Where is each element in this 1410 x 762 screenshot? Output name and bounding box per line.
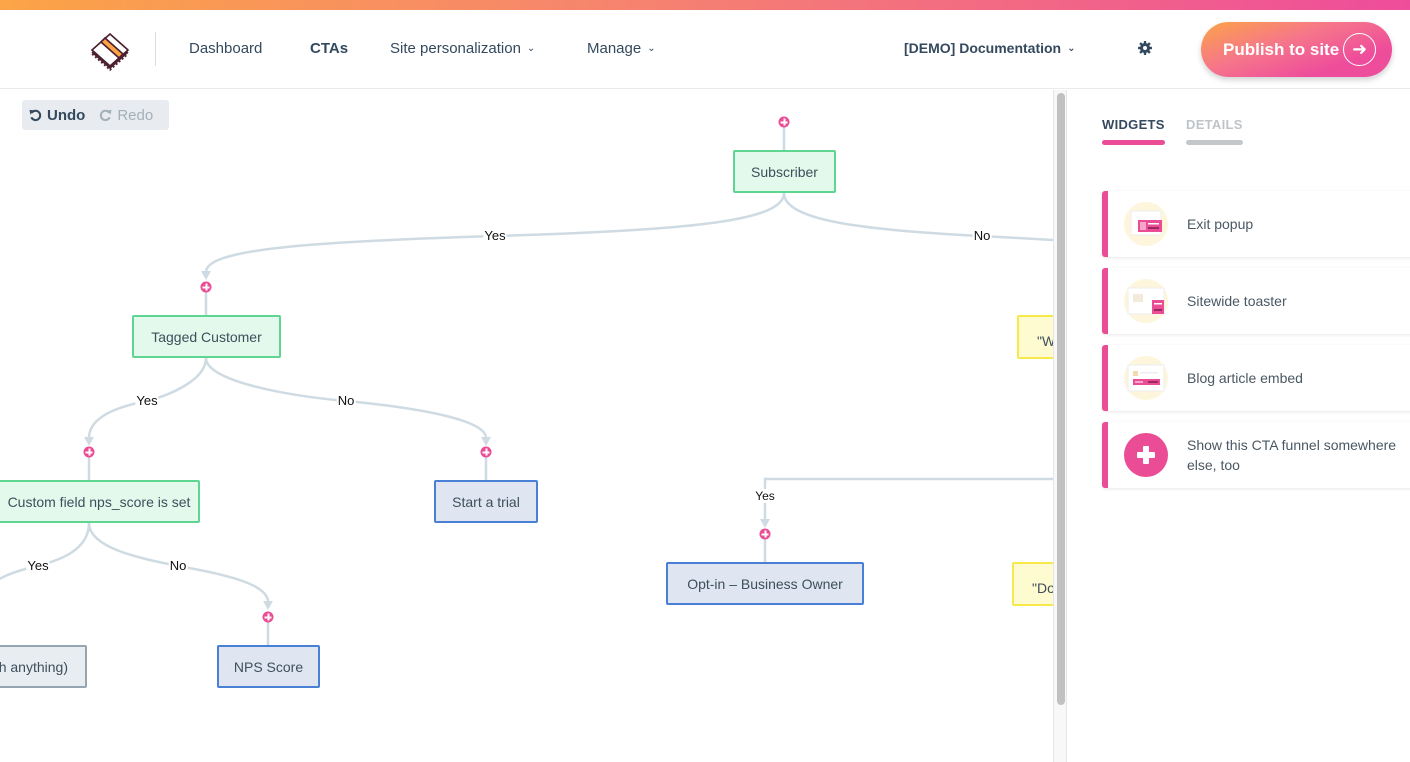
node-label: "Do (1032, 580, 1053, 596)
redo-icon (100, 109, 112, 121)
widget-sitewide-toaster[interactable]: Sitewide toaster (1102, 268, 1410, 334)
nav-site-personalization[interactable]: Site personalization ⌄ (390, 40, 535, 57)
edge-nps-yes (0, 522, 91, 581)
widget-add-placement[interactable]: Show this CTA funnel somewhere else, too (1102, 422, 1410, 488)
gear-icon[interactable] (1137, 40, 1153, 56)
flow-node-tagged-customer[interactable]: Tagged Customer (132, 315, 281, 358)
account-select-label: [DEMO] Documentation (904, 40, 1062, 56)
tab-details-label: DETAILS (1186, 117, 1243, 132)
widget-label: Blog article embed (1187, 370, 1303, 386)
arrow-right-circle-icon: ➜ (1343, 33, 1376, 66)
undo-icon (29, 109, 42, 121)
chevron-down-icon: ⌄ (526, 43, 536, 54)
node-label: h anything) (0, 658, 68, 675)
flow-edges (0, 122, 1053, 645)
add-step-icon[interactable] (83, 446, 95, 458)
flow-node-optin-business-owner[interactable]: Opt-in – Business Owner (666, 562, 864, 605)
undo-redo-toolbar: Undo Redo (22, 100, 169, 130)
flow-node-subscriber[interactable]: Subscriber (733, 150, 836, 193)
tab-details[interactable]: DETAILS (1186, 117, 1243, 145)
flow-node-note-do[interactable]: "Do (1012, 562, 1053, 606)
nav-site-personalization-label: Site personalization (390, 40, 521, 57)
redo-label: Redo (117, 106, 154, 124)
tab-indicator (1186, 140, 1243, 145)
node-label: Tagged Customer (151, 328, 262, 345)
undo-button[interactable]: Undo (29, 107, 85, 124)
tab-active-indicator (1102, 140, 1165, 145)
header-divider (155, 32, 156, 66)
add-step-icon[interactable] (262, 611, 274, 623)
brand-gradient-bar (0, 0, 1410, 10)
nav-dashboard-label: Dashboard (189, 40, 263, 57)
edge-label-no: No (168, 558, 188, 573)
publish-label: Publish to site (1223, 39, 1340, 59)
top-navigation: Dashboard CTAs Site personalization ⌄ Man… (0, 10, 1410, 89)
nav-dashboard[interactable]: Dashboard (189, 40, 262, 57)
node-label: "W (1037, 333, 1053, 349)
widget-label: Sitewide toaster (1187, 293, 1287, 309)
nav-ctas[interactable]: CTAs (310, 40, 348, 57)
sitewide-toaster-icon (1124, 279, 1168, 323)
scrollbar-thumb[interactable] (1057, 93, 1065, 705)
edge-optin-line (763, 477, 1053, 520)
add-step-icon[interactable] (200, 281, 212, 293)
edge-subscriber-no (782, 192, 1053, 242)
widget-exit-popup[interactable]: Exit popup (1102, 191, 1410, 257)
flow-node-start-trial[interactable]: Start a trial (434, 480, 538, 523)
add-step-icon[interactable] (480, 446, 492, 458)
blog-embed-icon (1124, 356, 1168, 400)
flow-node-nps-score[interactable]: NPS Score (217, 645, 320, 688)
node-label: Subscriber (751, 163, 818, 180)
widget-blog-article-embed[interactable]: Blog article embed (1102, 345, 1410, 411)
nav-manage-label: Manage (587, 40, 642, 57)
plus-icon (1124, 433, 1168, 477)
publish-button[interactable]: Publish to site ➜ (1201, 22, 1392, 77)
add-step-icon[interactable] (778, 116, 790, 128)
node-label: Custom field nps_score is set (7, 493, 191, 510)
flow-node-nothing[interactable]: h anything) (0, 645, 87, 688)
flow-canvas[interactable]: Undo Redo Yes No Yes No Yes No Yes Subsc… (0, 90, 1053, 762)
edge-label-no: No (972, 228, 992, 243)
nav-manage[interactable]: Manage ⌄ (587, 40, 656, 57)
canvas-scrollbar[interactable] (1053, 90, 1067, 762)
edge-label-yes: Yes (483, 228, 507, 243)
flow-node-nps-score-set[interactable]: Custom field nps_score is set (0, 480, 200, 523)
node-label: Opt-in – Business Owner (687, 575, 843, 592)
chevron-down-icon: ⌄ (647, 43, 656, 54)
flow-node-note-w[interactable]: "W (1017, 315, 1053, 359)
node-label: NPS Score (233, 658, 304, 675)
tab-widgets[interactable]: WIDGETS (1102, 117, 1165, 145)
nav-ctas-label: CTAs (310, 40, 349, 57)
chevron-down-icon: ⌄ (1067, 43, 1076, 54)
undo-label: Undo (47, 106, 86, 124)
widget-label: Exit popup (1187, 216, 1254, 232)
logo-icon[interactable] (88, 28, 132, 72)
edge-label-yes: Yes (754, 489, 776, 503)
widget-label: Show this CTA funnel somewhere else, too (1187, 437, 1397, 473)
exit-popup-icon (1124, 202, 1168, 246)
edge-label-yes: Yes (135, 393, 159, 408)
tab-widgets-label: WIDGETS (1102, 117, 1165, 132)
node-label: Start a trial (452, 493, 520, 510)
add-step-icon[interactable] (759, 528, 771, 540)
redo-button[interactable]: Redo (99, 107, 153, 124)
edge-label-no: No (336, 393, 356, 408)
edge-label-yes: Yes (26, 558, 50, 573)
account-select[interactable]: [DEMO] Documentation ⌄ (904, 40, 1076, 56)
right-sidebar: WIDGETS DETAILS Exit popup Sitewide toas… (1068, 90, 1410, 762)
